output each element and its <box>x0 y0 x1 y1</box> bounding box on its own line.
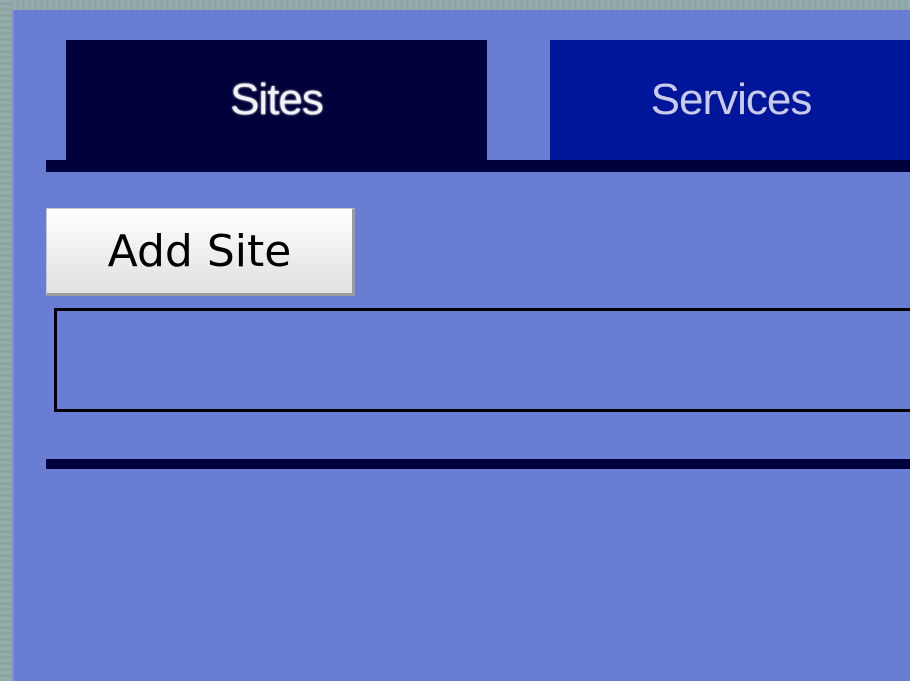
add-site-button[interactable]: Add Site <box>46 208 355 296</box>
desktop-background-left <box>0 0 12 681</box>
tab-bar-divider <box>46 160 910 172</box>
tab-sites-label: Sites <box>230 75 324 124</box>
tab-services-label: Services <box>650 75 813 124</box>
section-divider <box>46 459 910 469</box>
sites-list[interactable] <box>54 308 910 412</box>
tab-services[interactable]: Services <box>550 40 910 160</box>
add-site-button-label: Add Site <box>107 225 292 277</box>
admin-panel: Sites Services Add Site <box>12 10 910 681</box>
tab-sites[interactable]: Sites <box>66 40 487 160</box>
desktop-background-top <box>0 0 910 10</box>
